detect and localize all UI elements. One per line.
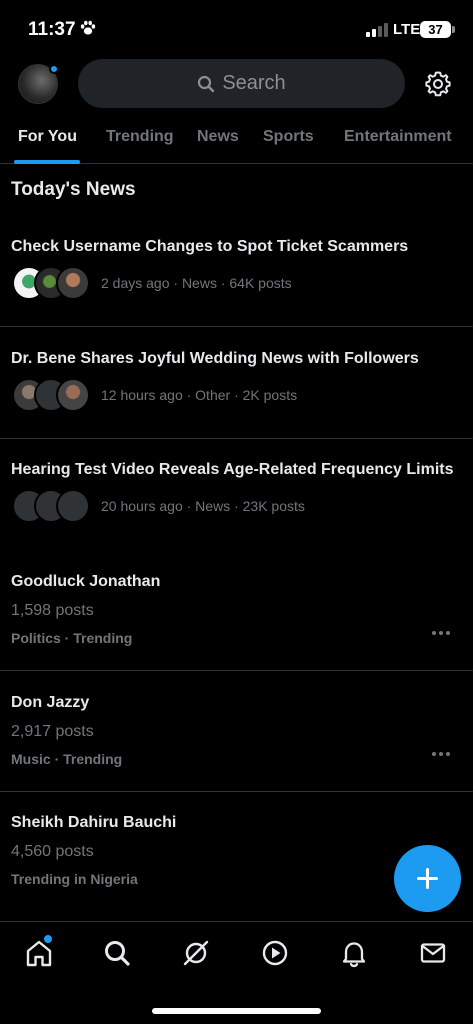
battery-nub xyxy=(452,26,455,33)
notifications-icon[interactable] xyxy=(339,938,369,968)
search-icon xyxy=(198,75,215,92)
grok-icon[interactable] xyxy=(181,938,211,968)
tab-entertainment[interactable]: Entertainment xyxy=(344,128,452,146)
plus-icon-vertical xyxy=(426,868,429,889)
news-avatars xyxy=(12,378,92,412)
notification-dot xyxy=(49,64,59,74)
news-item[interactable]: Check Username Changes to Spot Ticket Sc… xyxy=(0,238,473,300)
news-avatar xyxy=(56,378,90,412)
divider xyxy=(0,791,473,792)
tab-news[interactable]: News xyxy=(197,128,239,146)
home-indicator xyxy=(152,1008,321,1014)
trend-post-count: 1,598 posts xyxy=(11,602,94,619)
news-meta: 20 hours ago · News · 23K posts xyxy=(101,498,305,514)
more-icon[interactable] xyxy=(432,752,452,758)
news-item[interactable]: Hearing Test Video Reveals Age-Related F… xyxy=(0,461,473,523)
news-avatars xyxy=(12,489,92,523)
battery-icon: 37 xyxy=(420,21,451,38)
news-meta: 2 days ago · News · 64K posts xyxy=(101,275,292,291)
paw-icon xyxy=(80,20,96,35)
divider xyxy=(0,670,473,671)
news-title: Hearing Test Video Reveals Age-Related F… xyxy=(11,461,454,478)
divider xyxy=(0,326,473,327)
news-avatar xyxy=(56,266,90,300)
tab-trending[interactable]: Trending xyxy=(106,128,174,146)
news-title: Dr. Bene Shares Joyful Wedding News with… xyxy=(11,350,419,367)
tab-sports[interactable]: Sports xyxy=(263,128,314,146)
active-tab-indicator xyxy=(14,160,80,164)
trend-item[interactable]: Goodluck Jonathan 1,598 posts Politics ·… xyxy=(0,573,473,683)
trend-item[interactable]: Don Jazzy 2,917 posts Music · Trending xyxy=(0,694,473,804)
trend-name: Sheikh Dahiru Bauchi xyxy=(11,814,177,831)
divider xyxy=(0,438,473,439)
trend-post-count: 2,917 posts xyxy=(11,723,94,740)
network-label: LTE xyxy=(393,21,421,38)
trend-category: Politics · Trending xyxy=(11,630,133,646)
messages-icon[interactable] xyxy=(418,938,448,968)
trend-category: Music · Trending xyxy=(11,751,123,767)
signal-icon xyxy=(366,23,388,37)
search-icon[interactable] xyxy=(102,938,132,968)
search-input[interactable]: Search xyxy=(78,59,405,108)
news-avatar xyxy=(56,489,90,523)
status-bar: 11:37 LTE 37 xyxy=(0,0,473,56)
trend-name: Don Jazzy xyxy=(11,694,90,711)
more-icon[interactable] xyxy=(432,631,452,637)
tab-bar: For You Trending News Sports Entertainme… xyxy=(0,118,473,164)
video-icon[interactable] xyxy=(260,938,290,968)
compose-button[interactable] xyxy=(394,845,461,912)
news-title: Check Username Changes to Spot Ticket Sc… xyxy=(11,238,409,255)
trend-category: Trending in Nigeria xyxy=(11,871,138,887)
news-meta: 12 hours ago · Other · 2K posts xyxy=(101,387,298,403)
home-notification-dot xyxy=(44,935,52,943)
gear-icon[interactable] xyxy=(424,70,452,98)
news-avatars xyxy=(12,266,92,300)
trend-post-count: 4,560 posts xyxy=(11,843,94,860)
news-item[interactable]: Dr. Bene Shares Joyful Wedding News with… xyxy=(0,350,473,412)
status-time: 11:37 xyxy=(28,19,76,40)
trend-name: Goodluck Jonathan xyxy=(11,573,161,590)
tab-for-you[interactable]: For You xyxy=(18,128,77,146)
section-title: Today's News xyxy=(11,179,136,200)
search-placeholder: Search xyxy=(222,72,286,94)
